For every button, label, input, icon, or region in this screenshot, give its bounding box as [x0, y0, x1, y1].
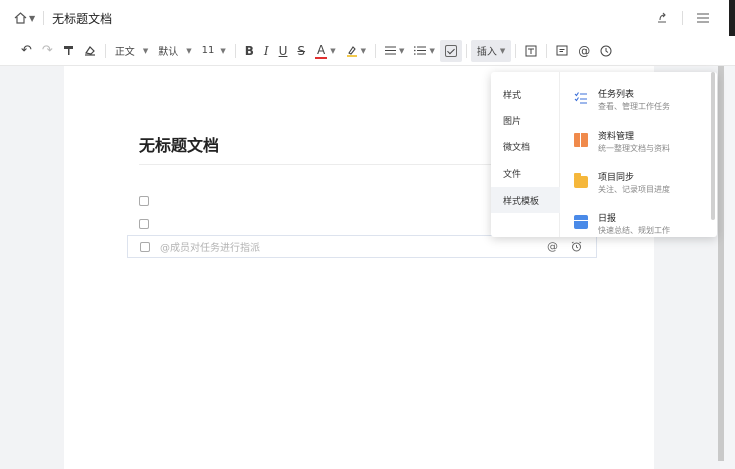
document-title[interactable]: 无标题文档 — [52, 10, 112, 27]
translate-button[interactable] — [520, 40, 542, 62]
mention-button[interactable]: @ — [573, 40, 595, 62]
mention-button[interactable]: @ — [547, 240, 558, 253]
template-list: 任务列表 查看、管理工作任务 资料管理 统一整理文档与资料 项目同步 关注、记录… — [560, 72, 717, 237]
insert-dropdown-button[interactable]: 插入 ▼ — [470, 39, 512, 62]
category-micro-doc[interactable]: 微文档 — [491, 133, 560, 159]
folder-icon — [574, 173, 588, 188]
chevron-down-icon: ▼ — [499, 46, 506, 55]
share-icon[interactable] — [656, 12, 668, 24]
home-menu-button[interactable]: ▼ — [14, 12, 35, 24]
chevron-down-icon: ▼ — [399, 46, 405, 55]
task-list-icon — [574, 91, 588, 105]
todo-checkbox[interactable] — [140, 241, 150, 252]
chevron-down-icon: ▼ — [29, 13, 36, 23]
insert-category-list: 样式 图片 微文档 文件 样式模板 — [491, 72, 560, 237]
dropdown-scrollbar[interactable] — [711, 72, 715, 220]
highlight-icon — [346, 45, 357, 57]
template-name: 项目同步 — [598, 173, 635, 183]
calendar-icon — [574, 215, 588, 229]
template-desc: 查看、管理工作任务 — [598, 102, 670, 111]
font-size-select[interactable]: 11 ▼ — [197, 40, 231, 62]
divider — [465, 43, 467, 58]
template-project-sync[interactable]: 项目同步 关注、记录项目进度 — [560, 168, 710, 208]
category-style[interactable]: 样式 — [491, 81, 560, 107]
chevron-down-icon: ▼ — [360, 46, 367, 55]
divider — [546, 43, 548, 58]
italic-button[interactable]: I — [259, 40, 274, 62]
undo-icon: ↶ — [21, 43, 32, 58]
todo-checkbox[interactable] — [139, 196, 149, 206]
list-icon — [414, 46, 427, 55]
checkbox-icon — [444, 44, 457, 57]
eraser-icon — [84, 46, 95, 56]
at-icon: @ — [578, 43, 591, 58]
comment-button[interactable] — [551, 40, 573, 62]
redo-button[interactable]: ↷ — [37, 40, 58, 62]
chevron-down-icon: ▼ — [220, 46, 226, 55]
divider — [43, 11, 45, 25]
window-edge — [729, 0, 735, 36]
comment-icon — [556, 45, 568, 55]
list-button[interactable]: ▼ — [409, 40, 439, 62]
template-name: 日报 — [598, 214, 617, 224]
insert-label: 插入 — [476, 47, 497, 58]
chevron-down-icon: ▼ — [186, 46, 192, 55]
template-desc: 关注、记录项目进度 — [598, 185, 670, 194]
font-family-label: 默认 — [158, 47, 179, 58]
undo-button[interactable]: ↶ — [16, 40, 37, 62]
font-size-label: 11 — [201, 45, 215, 56]
formatting-toolbar: ↶ ↷ 正文 ▼ 默认 ▼ 11 ▼ B I U S A ▼ ▼ ▼ ▼ 插入 ▼ @ — [0, 36, 735, 66]
redo-icon: ↷ — [41, 43, 53, 58]
format-painter-button[interactable] — [58, 40, 79, 62]
template-daily-report[interactable]: 日报 快速总结、规划工作 — [560, 209, 710, 237]
category-image[interactable]: 图片 — [491, 107, 560, 133]
task-assign-placeholder: @成员对任务进行指派 — [160, 243, 260, 254]
chevron-down-icon: ▼ — [142, 46, 149, 55]
divider — [104, 43, 106, 58]
paragraph-style-label: 正文 — [114, 47, 135, 58]
align-icon — [385, 46, 397, 55]
template-name: 任务列表 — [598, 90, 635, 100]
highlight-button[interactable]: ▼ — [341, 40, 371, 62]
task-assign-row[interactable]: @成员对任务进行指派 @ — [127, 235, 597, 258]
chevron-down-icon: ▼ — [429, 46, 435, 55]
page-scrollbar[interactable] — [718, 66, 724, 461]
template-desc: 统一整理文档与资料 — [598, 144, 670, 153]
chevron-down-icon: ▼ — [330, 46, 336, 55]
divider — [682, 11, 683, 25]
book-icon — [574, 133, 588, 147]
todo-button[interactable] — [439, 39, 462, 62]
history-button[interactable] — [595, 40, 617, 62]
alarm-icon[interactable] — [571, 241, 582, 252]
font-color-icon: A — [315, 42, 328, 59]
format-painter-icon — [63, 46, 73, 55]
document-heading[interactable]: 无标题文档 — [139, 132, 219, 156]
clear-format-button[interactable] — [79, 40, 101, 62]
underline-button[interactable]: U — [274, 40, 293, 62]
divider — [375, 43, 377, 58]
canvas-margin-left — [0, 66, 64, 469]
insert-dropdown-menu: 样式 图片 微文档 文件 样式模板 任务列表 查看、管理工作任务 资料管理 统一… — [491, 72, 717, 237]
titlebar-actions — [656, 0, 709, 36]
paragraph-style-select[interactable]: 正文 ▼ — [110, 40, 153, 62]
font-color-button[interactable]: A ▼ — [310, 40, 341, 62]
template-name: 资料管理 — [598, 132, 635, 142]
font-family-select[interactable]: 默认 ▼ — [153, 40, 196, 62]
category-style-template[interactable]: 样式模板 — [491, 187, 560, 213]
title-bar: ▼ 无标题文档 — [0, 0, 735, 36]
template-task-list[interactable]: 任务列表 查看、管理工作任务 — [560, 85, 710, 125]
home-icon — [14, 12, 27, 24]
strikethrough-button[interactable]: S — [292, 40, 310, 62]
template-desc: 快速总结、规划工作 — [598, 226, 670, 235]
hamburger-menu-icon[interactable] — [697, 13, 709, 23]
translate-icon — [525, 45, 537, 56]
align-button[interactable]: ▼ — [380, 40, 409, 62]
todo-checkbox[interactable] — [139, 219, 149, 229]
divider — [515, 43, 517, 58]
bold-button[interactable]: B — [240, 40, 259, 62]
category-file[interactable]: 文件 — [491, 160, 560, 186]
history-icon — [600, 45, 612, 56]
divider — [234, 43, 236, 58]
template-resource-management[interactable]: 资料管理 统一整理文档与资料 — [560, 127, 710, 167]
